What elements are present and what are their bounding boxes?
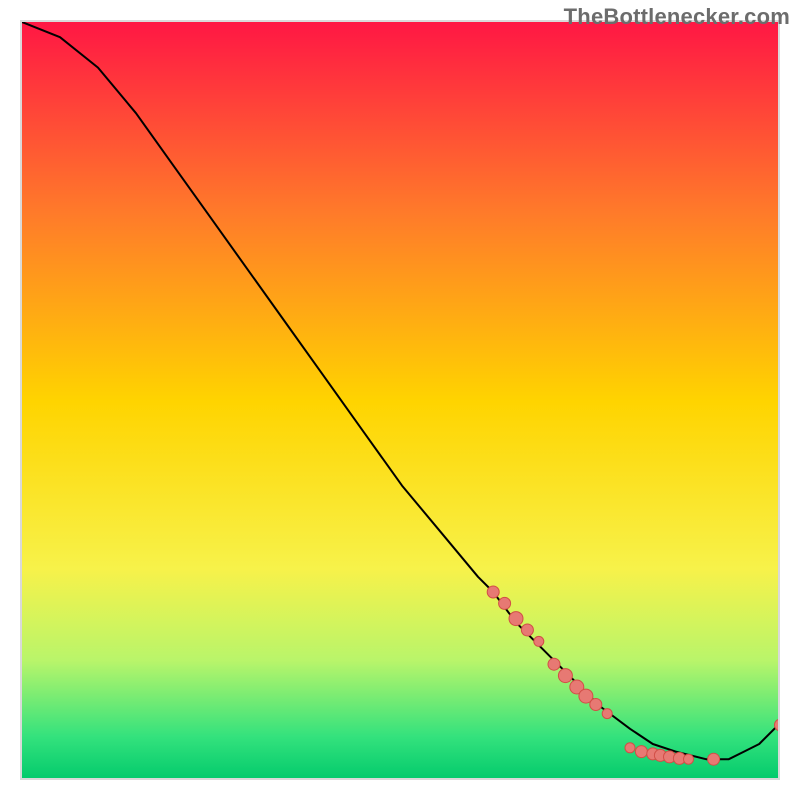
data-point: [602, 709, 612, 719]
data-points-layer: [22, 22, 780, 780]
data-point: [684, 754, 694, 764]
data-point: [534, 636, 544, 646]
data-point: [625, 743, 635, 753]
data-point: [635, 746, 647, 758]
data-point: [590, 699, 602, 711]
chart-stage: TheBottlenecker.com: [0, 0, 800, 800]
data-point: [487, 586, 499, 598]
plot-area: [20, 20, 780, 780]
data-point: [509, 612, 523, 626]
data-point: [558, 669, 572, 683]
data-point: [708, 753, 720, 765]
data-point: [521, 624, 533, 636]
data-point: [499, 597, 511, 609]
data-point: [548, 658, 560, 670]
attribution-watermark: TheBottlenecker.com: [564, 4, 790, 30]
data-point: [775, 719, 781, 731]
